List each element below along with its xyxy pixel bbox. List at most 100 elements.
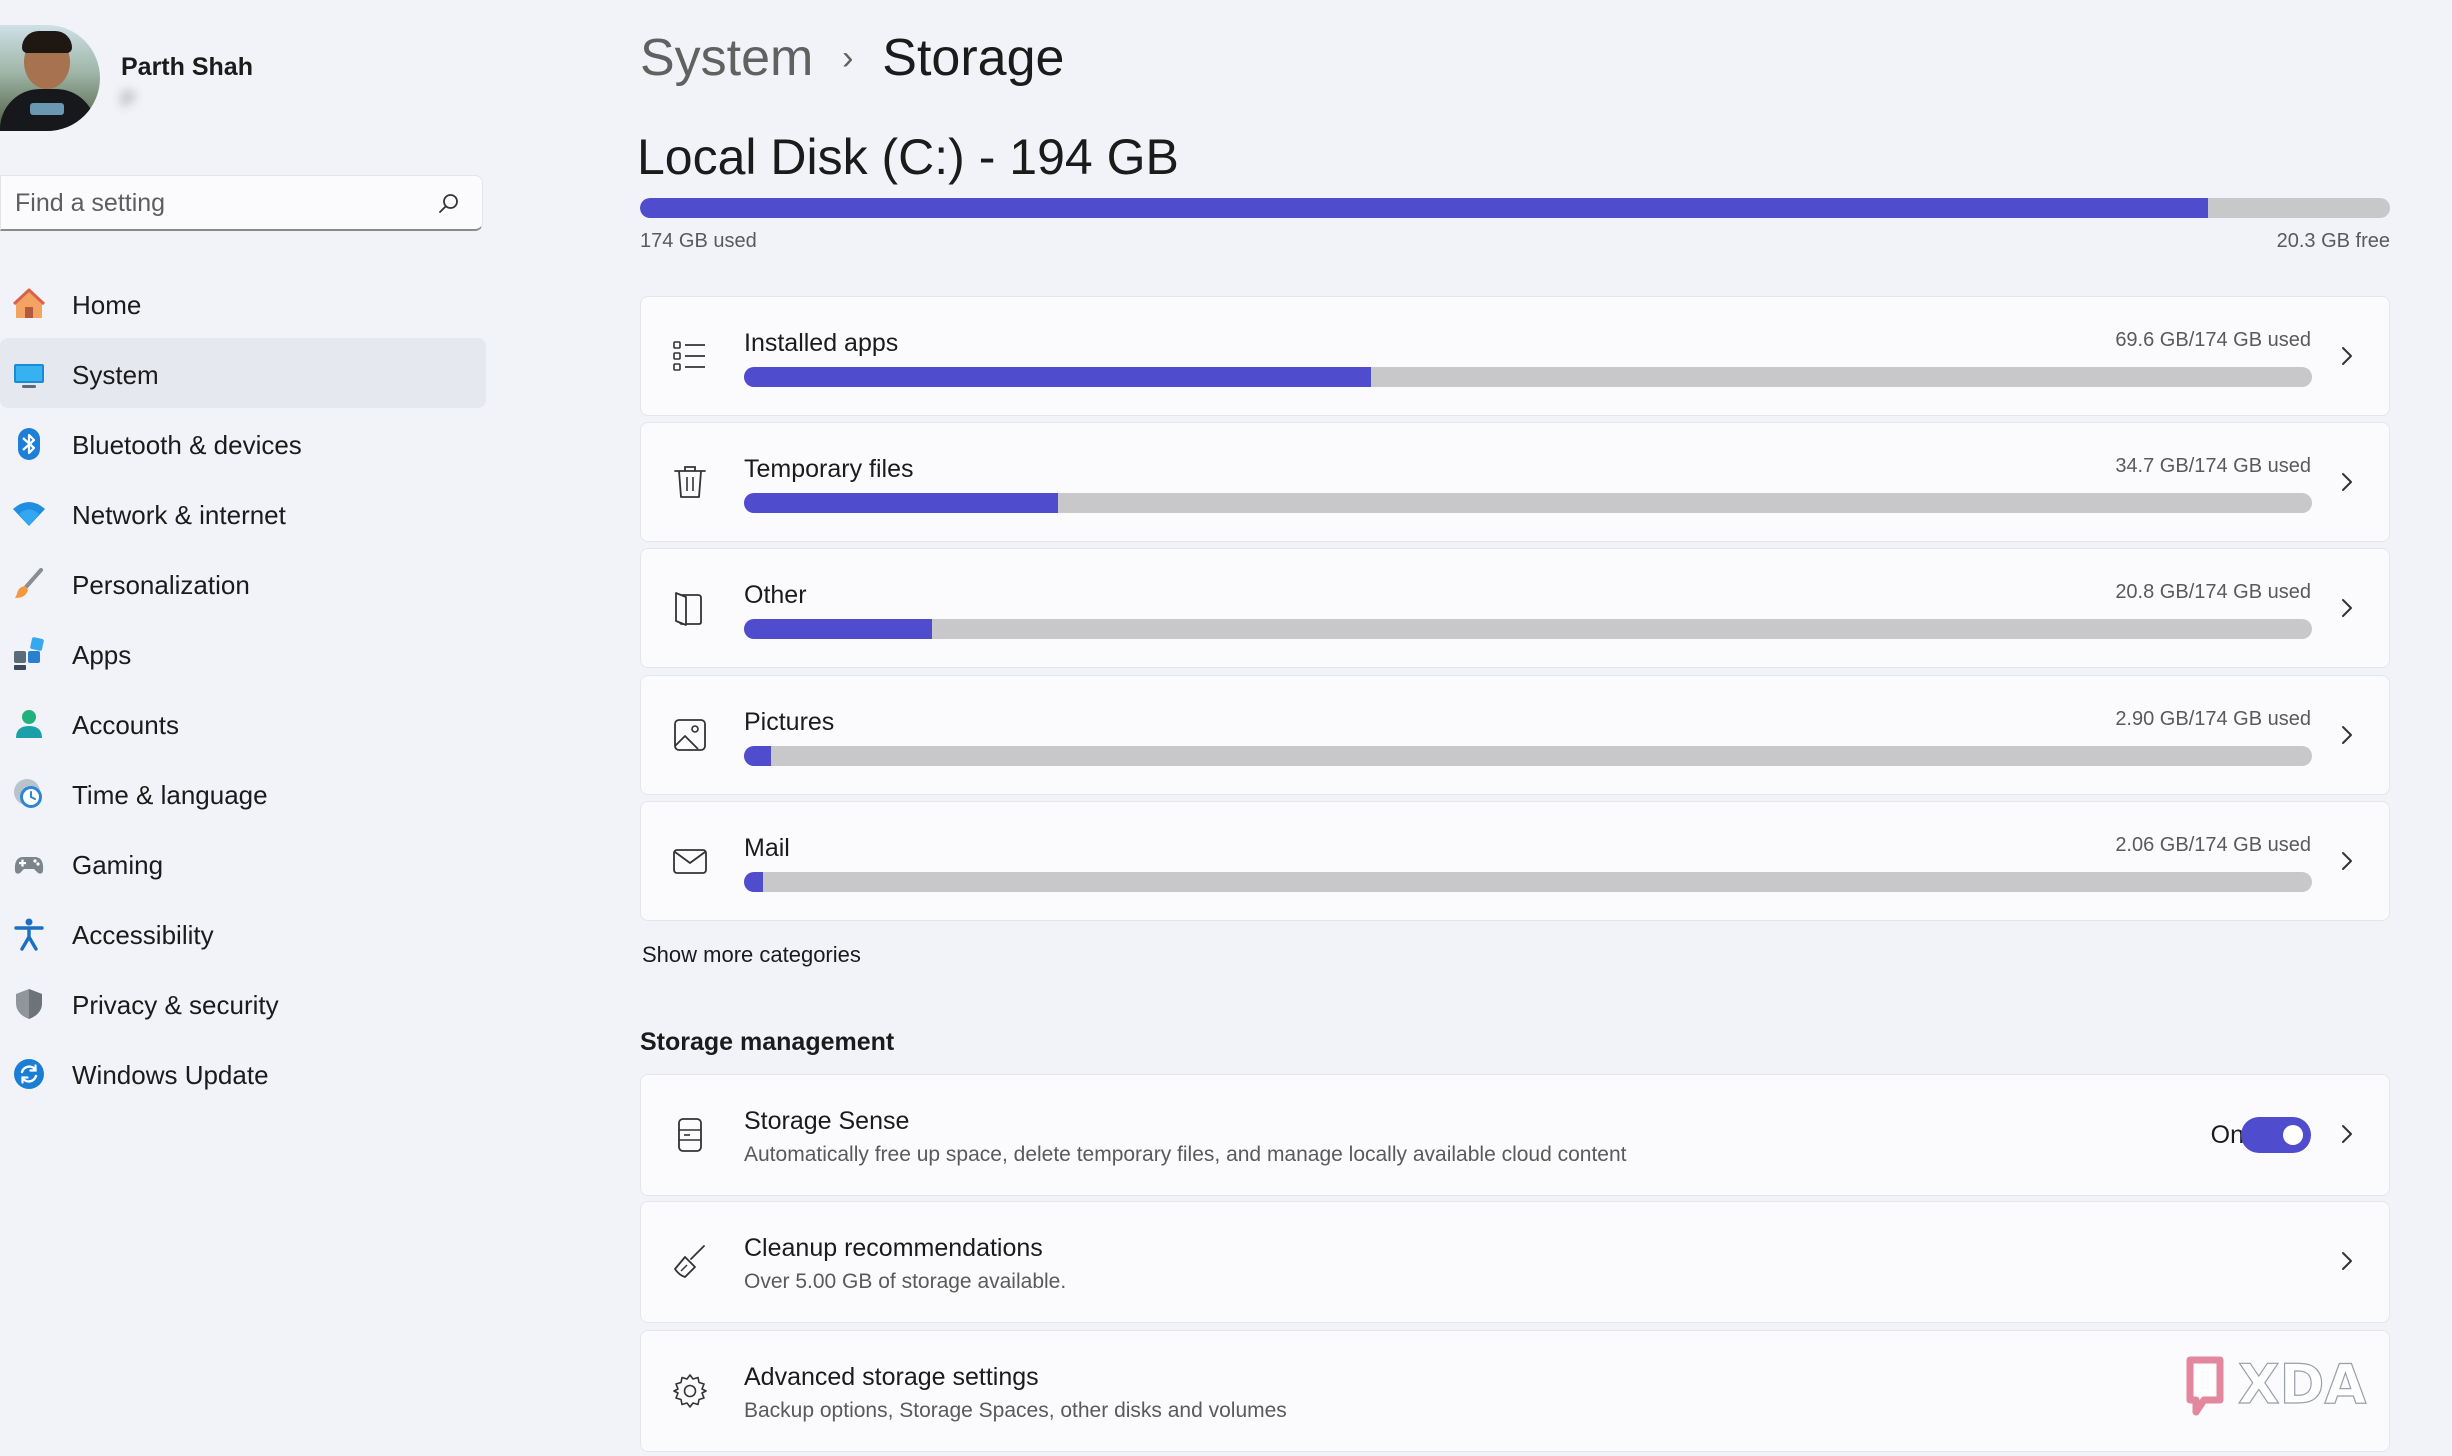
drive-icon — [678, 1118, 702, 1152]
picture-icon — [674, 719, 706, 751]
category-title: Temporary files — [744, 455, 914, 483]
category-other[interactable]: Other 20.8 GB/174 GB used — [640, 548, 2390, 668]
settings-window: Parth Shah P Home — [0, 0, 2452, 1456]
storage-sense-title: Storage Sense — [744, 1107, 910, 1135]
disk-title: Local Disk (C:) - 194 GB — [637, 129, 1179, 185]
category-usage: 69.6 GB/174 GB used — [2115, 329, 2311, 351]
category-usage-bar — [744, 367, 2312, 387]
nav-list: Home System Bluetooth & devices Network … — [0, 268, 486, 1108]
category-mail[interactable]: Mail 2.06 GB/174 GB used — [640, 801, 2390, 921]
storage-sense-description: Automatically free up space, delete temp… — [744, 1143, 1627, 1166]
xda-watermark-logo: XDA — [2186, 1352, 2367, 1417]
update-icon — [14, 1059, 44, 1089]
shield-icon — [16, 989, 42, 1019]
advanced-storage-settings-card[interactable]: Advanced storage settings Backup options… — [640, 1330, 2390, 1452]
disk-usage-fill — [640, 198, 2208, 218]
nav-item-home[interactable]: Home — [0, 268, 486, 338]
nav-label: Apps — [72, 640, 132, 670]
category-usage-fill — [744, 493, 1058, 513]
category-title: Pictures — [744, 708, 835, 736]
user-profile[interactable]: Parth Shah P — [0, 25, 480, 135]
avatar — [0, 25, 100, 131]
show-more-categories-link[interactable]: Show more categories — [642, 942, 861, 968]
mail-icon — [673, 849, 707, 874]
chevron-right-icon — [2342, 599, 2352, 617]
nav-item-system[interactable]: System — [0, 338, 486, 408]
disk-used-label: 174 GB used — [640, 230, 757, 252]
nav-label: Home — [72, 290, 142, 320]
toggle-state-label: On — [2210, 1121, 2244, 1149]
brush-icon — [15, 568, 43, 598]
clock-globe-icon — [14, 779, 42, 808]
storage-management-heading: Storage management — [640, 1028, 895, 1056]
search-icon[interactable] — [438, 192, 460, 214]
wifi-icon — [13, 502, 45, 526]
search-input[interactable] — [15, 176, 425, 230]
nav-label: Windows Update — [72, 1060, 269, 1090]
category-title: Other — [744, 581, 807, 609]
category-usage: 34.7 GB/174 GB used — [2115, 455, 2311, 477]
category-usage-bar — [744, 872, 2312, 892]
nav-item-apps[interactable]: Apps — [0, 618, 486, 688]
nav-item-network[interactable]: Network & internet — [0, 478, 486, 548]
breadcrumb-parent[interactable]: System — [640, 29, 813, 87]
category-installed-apps[interactable]: Installed apps 69.6 GB/174 GB used — [640, 296, 2390, 416]
breadcrumb: System › Storage — [640, 28, 1064, 98]
nav-item-personalization[interactable]: Personalization — [0, 548, 486, 618]
nav-label: Network & internet — [72, 500, 286, 530]
search-box[interactable] — [0, 175, 483, 231]
category-usage-fill — [744, 872, 763, 892]
sidebar: Parth Shah P Home — [0, 0, 500, 1456]
nav-item-bluetooth[interactable]: Bluetooth & devices — [0, 408, 486, 478]
chevron-right-icon — [2342, 347, 2352, 365]
category-usage-bar — [744, 746, 2312, 766]
storage-sense-toggle[interactable] — [2241, 1117, 2311, 1153]
nav-label: Accessibility — [72, 920, 214, 950]
advanced-storage-settings-description: Backup options, Storage Spaces, other di… — [744, 1399, 1287, 1422]
nav-item-accessibility[interactable]: Accessibility — [0, 898, 486, 968]
category-usage: 20.8 GB/174 GB used — [2115, 581, 2311, 603]
chevron-right-icon — [2342, 473, 2352, 491]
gamepad-icon — [14, 857, 44, 874]
nav-label: System — [72, 360, 159, 390]
person-icon — [16, 710, 42, 738]
profile-name: Parth Shah — [121, 53, 253, 81]
cleanup-recommendations-card[interactable]: Cleanup recommendations Over 5.00 GB of … — [640, 1201, 2390, 1323]
watermark-text: XDA — [2238, 1353, 2366, 1416]
category-usage-fill — [744, 367, 1372, 387]
list-icon — [673, 341, 705, 371]
accessibility-icon — [14, 918, 44, 951]
category-usage-bar — [744, 619, 2312, 639]
nav-item-time-language[interactable]: Time & language — [0, 758, 486, 828]
storage-sense-card[interactable]: Storage Sense Automatically free up spac… — [640, 1074, 2390, 1196]
apps-icon — [14, 637, 44, 670]
gear-icon — [673, 1374, 707, 1408]
chevron-right-icon — [2342, 1125, 2352, 1143]
nav-item-gaming[interactable]: Gaming — [0, 828, 486, 898]
system-icon — [14, 364, 44, 388]
category-title: Mail — [744, 834, 790, 862]
home-icon — [12, 288, 46, 318]
trash-icon — [674, 466, 706, 498]
nav-item-privacy[interactable]: Privacy & security — [0, 968, 486, 1038]
profile-email: P — [121, 87, 136, 112]
category-temporary-files[interactable]: Temporary files 34.7 GB/174 GB used — [640, 422, 2390, 542]
disk-usage-bar — [640, 198, 2390, 218]
nav-item-accounts[interactable]: Accounts — [0, 688, 486, 758]
nav-label: Accounts — [72, 710, 179, 740]
category-usage-bar — [744, 493, 2312, 513]
chevron-right-icon — [2342, 726, 2352, 744]
nav-item-windows-update[interactable]: Windows Update — [0, 1038, 486, 1108]
breadcrumb-separator: › — [842, 38, 854, 77]
bluetooth-icon — [18, 428, 40, 460]
cleanup-recommendations-title: Cleanup recommendations — [744, 1234, 1043, 1262]
disk-free-label: 20.3 GB free — [2276, 230, 2390, 252]
page-title: Storage — [882, 29, 1065, 87]
category-usage: 2.06 GB/174 GB used — [2115, 834, 2311, 856]
chevron-right-icon — [2342, 1252, 2352, 1270]
main-content: System › Storage Local Disk (C:) - 194 G… — [637, 0, 2390, 1456]
category-usage-fill — [744, 746, 771, 766]
advanced-storage-settings-title: Advanced storage settings — [744, 1363, 1039, 1391]
category-pictures[interactable]: Pictures 2.90 GB/174 GB used — [640, 675, 2390, 795]
cleanup-recommendations-description: Over 5.00 GB of storage available. — [744, 1270, 1067, 1293]
